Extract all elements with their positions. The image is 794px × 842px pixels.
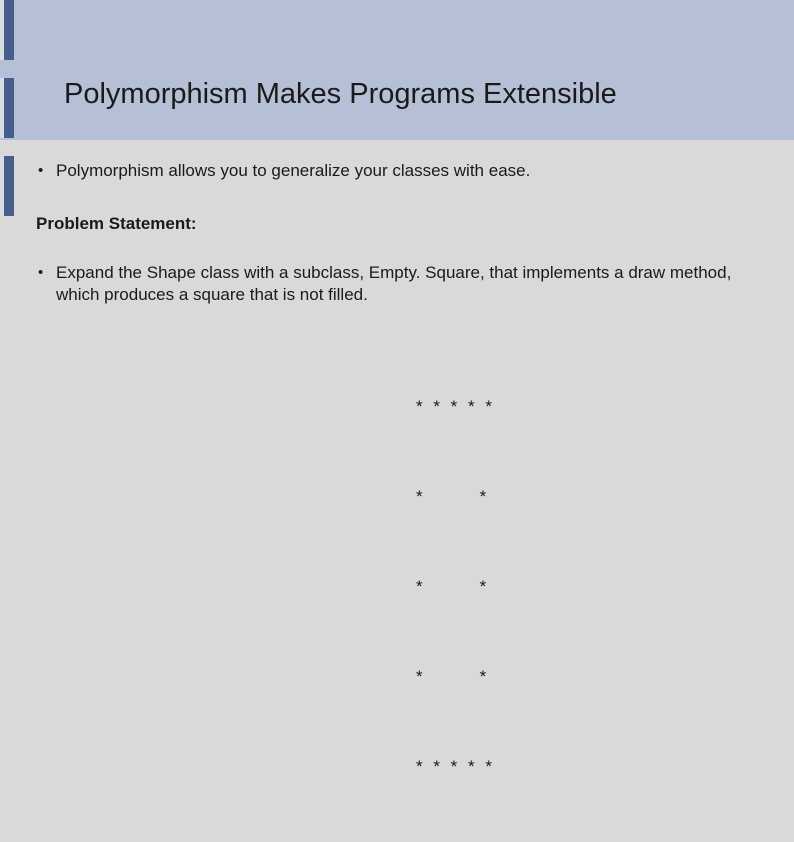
ascii-line: * * * * * bbox=[416, 392, 764, 422]
ascii-line: * * bbox=[416, 662, 764, 692]
bullet-marker: • bbox=[36, 262, 56, 284]
ascii-line: * * * * * bbox=[416, 752, 764, 782]
header-band bbox=[0, 0, 794, 140]
ascii-line: * * bbox=[416, 482, 764, 512]
bullet-text: Polymorphism allows you to generalize yo… bbox=[56, 160, 530, 182]
left-decoration-rail bbox=[0, 0, 32, 595]
slide-content: • Polymorphism allows you to generalize … bbox=[36, 160, 764, 842]
section-label: Problem Statement: bbox=[36, 214, 764, 234]
ascii-square: * * * * * * * * * * * * * * * * bbox=[416, 332, 764, 842]
ascii-line: * * bbox=[416, 572, 764, 602]
bullet-marker: • bbox=[36, 160, 56, 182]
bullet-text: Expand the Shape class with a subclass, … bbox=[56, 262, 764, 306]
bullet-item: • Polymorphism allows you to generalize … bbox=[36, 160, 764, 182]
slide-title: Polymorphism Makes Programs Extensible bbox=[64, 78, 617, 111]
bullet-item: • Expand the Shape class with a subclass… bbox=[36, 262, 764, 306]
